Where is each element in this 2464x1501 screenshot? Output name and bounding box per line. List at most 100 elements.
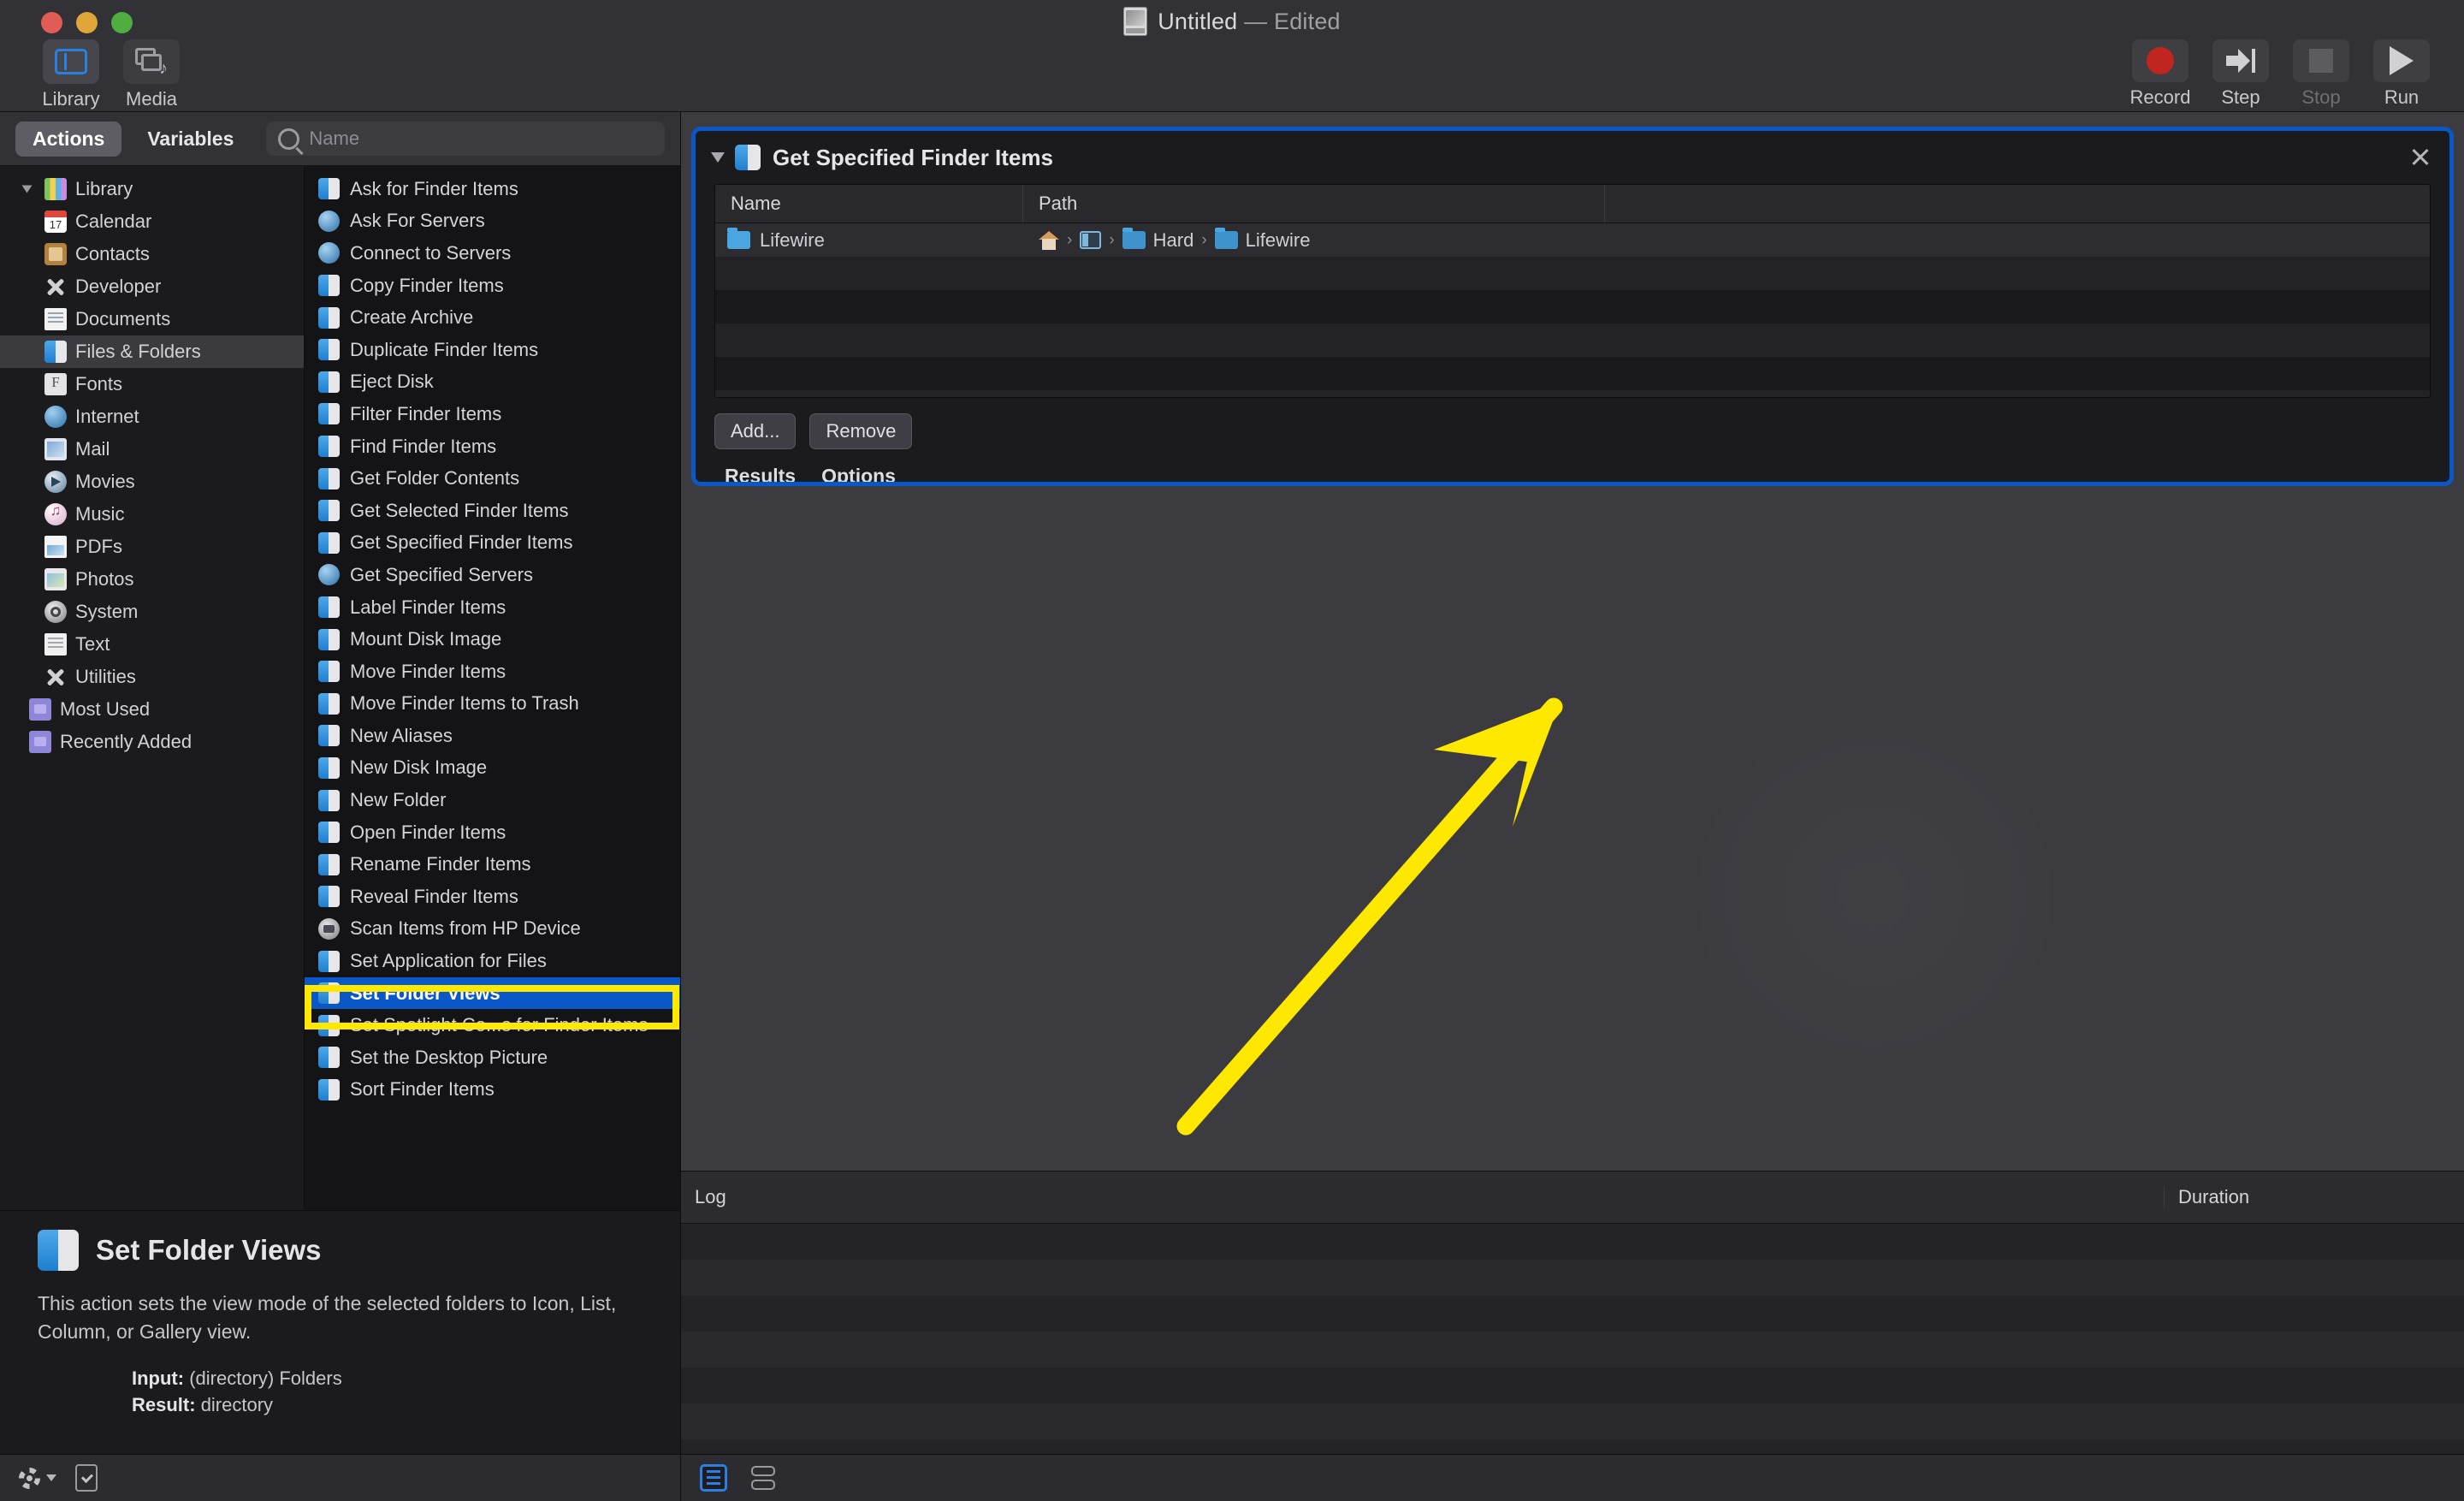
run-button-surface[interactable] xyxy=(2373,39,2430,82)
media-button-surface[interactable]: ♪ xyxy=(123,39,180,84)
sidebar-item-pdfs[interactable]: PDFs xyxy=(0,531,304,563)
list-item[interactable]: New Disk Image xyxy=(305,752,680,785)
step-button[interactable]: Step xyxy=(2207,39,2274,109)
tab-actions[interactable]: Actions xyxy=(15,121,122,157)
remove-button[interactable]: Remove xyxy=(809,413,913,449)
list-item[interactable]: Eject Disk xyxy=(305,366,680,399)
sidebar-item-recently-added[interactable]: Recently Added xyxy=(0,726,304,758)
action-card-get-specified-finder-items[interactable]: Get Specified Finder Items Name Path Lif… xyxy=(696,131,2449,482)
stop-square-icon xyxy=(2309,49,2333,73)
toolbar-library-button[interactable]: Library xyxy=(38,39,104,110)
sidebar-item-movies[interactable]: Movies xyxy=(0,466,304,498)
stop-button-surface[interactable] xyxy=(2293,39,2349,82)
record-button-surface[interactable] xyxy=(2132,39,2189,82)
annotation-arrow xyxy=(1176,697,1563,1136)
list-item[interactable]: Sort Finder Items xyxy=(305,1074,680,1106)
action-card-tabs: Results Options xyxy=(696,449,2449,482)
list-item[interactable]: Duplicate Finder Items xyxy=(305,334,680,366)
library-button-surface[interactable] xyxy=(43,39,99,84)
list-item[interactable]: New Folder xyxy=(305,784,680,816)
log-row-empty xyxy=(681,1260,2464,1296)
window-edited-badge: — Edited xyxy=(1244,8,1341,34)
list-item-set-folder-views[interactable]: Set Folder Views xyxy=(305,976,680,1010)
toolbar-media-button[interactable]: ♪ Media xyxy=(118,39,185,110)
list-item[interactable]: Get Folder Contents xyxy=(305,462,680,495)
sidebar-item-developer[interactable]: Developer xyxy=(0,270,304,303)
log-list-view-icon[interactable] xyxy=(700,1464,727,1492)
sidebar-item-files-folders[interactable]: Files & Folders xyxy=(0,335,304,368)
list-item[interactable]: Create Archive xyxy=(305,301,680,334)
actions-list[interactable]: Ask for Finder Items Ask For Servers Con… xyxy=(305,166,680,1210)
action-label: Sort Finder Items xyxy=(350,1078,495,1101)
step-button-surface[interactable] xyxy=(2212,39,2269,82)
log-stack-view-icon[interactable] xyxy=(749,1464,777,1492)
sidebar-item-music[interactable]: Music xyxy=(0,498,304,531)
list-item[interactable]: Reveal Finder Items xyxy=(305,881,680,913)
action-card-header: Get Specified Finder Items xyxy=(696,131,2449,184)
list-item[interactable]: Set Application for Files xyxy=(305,945,680,977)
disclosure-triangle-icon[interactable] xyxy=(711,152,725,163)
action-label: Get Folder Contents xyxy=(350,467,520,489)
column-header-path[interactable]: Path xyxy=(1023,185,1605,222)
stop-label: Stop xyxy=(2301,86,2341,108)
add-button[interactable]: Add... xyxy=(714,413,797,449)
tab-variables[interactable]: Variables xyxy=(130,122,251,157)
table-row[interactable]: Lifewire › › Hard › Lifewire xyxy=(715,223,2430,257)
action-card-title: Get Specified Finder Items xyxy=(773,144,1053,170)
library-category-tree[interactable]: Library Calendar Contacts Developer Docu… xyxy=(0,166,305,1210)
sidebar-item-calendar[interactable]: Calendar xyxy=(0,205,304,238)
list-item[interactable]: Connect to Servers xyxy=(305,237,680,270)
record-button[interactable]: Record xyxy=(2127,39,2194,109)
tab-results[interactable]: Results xyxy=(725,465,796,482)
search-input[interactable]: Name xyxy=(266,122,665,156)
list-item[interactable]: Rename Finder Items xyxy=(305,848,680,881)
list-item[interactable]: Set the Desktop Picture xyxy=(305,1041,680,1074)
run-button[interactable]: Run xyxy=(2368,39,2435,109)
sidebar-item-most-used[interactable]: Most Used xyxy=(0,693,304,726)
disclosure-triangle-icon[interactable] xyxy=(17,184,36,194)
list-item[interactable]: Ask For Servers xyxy=(305,205,680,238)
sidebar-item-mail[interactable]: Mail xyxy=(0,433,304,466)
sidebar-item-contacts[interactable]: Contacts xyxy=(0,238,304,270)
list-item[interactable]: New Aliases xyxy=(305,720,680,752)
list-item[interactable]: Find Finder Items xyxy=(305,430,680,463)
stop-button[interactable]: Stop xyxy=(2288,39,2354,109)
close-icon[interactable] xyxy=(2410,146,2431,167)
sidebar-item-fonts[interactable]: Fonts xyxy=(0,368,304,400)
sidebar-item-utilities[interactable]: Utilities xyxy=(0,661,304,693)
library-tabs-row: Actions Variables Name xyxy=(0,112,680,166)
finder-items-table[interactable]: Name Path Lifewire › › Hard › Lifewire xyxy=(714,184,2431,398)
path-separator: › xyxy=(1109,230,1115,249)
sidebar-item-text[interactable]: Text xyxy=(0,628,304,661)
list-item[interactable]: Open Finder Items xyxy=(305,816,680,849)
action-label: Copy Finder Items xyxy=(350,274,504,296)
list-item[interactable]: Filter Finder Items xyxy=(305,398,680,430)
sidebar-item-system[interactable]: System xyxy=(0,596,304,628)
list-item[interactable]: Move Finder Items xyxy=(305,656,680,688)
sidebar-item-documents[interactable]: Documents xyxy=(0,303,304,335)
finder-icon xyxy=(318,886,340,908)
list-item[interactable]: Scan Items from HP Device xyxy=(305,913,680,946)
enable-action-icon[interactable] xyxy=(75,1464,98,1492)
sidebar-item-internet[interactable]: Internet xyxy=(0,400,304,433)
list-item[interactable]: Get Selected Finder Items xyxy=(305,495,680,527)
sidebar-item-photos[interactable]: Photos xyxy=(0,563,304,596)
column-header-name[interactable]: Name xyxy=(715,185,1023,222)
column-header-log[interactable]: Log xyxy=(681,1186,2165,1208)
list-item[interactable]: Set Spotlight Co...s for Finder Items xyxy=(305,1009,680,1041)
finder-icon xyxy=(318,822,340,844)
list-item[interactable]: Ask for Finder Items xyxy=(305,173,680,205)
network-icon xyxy=(318,210,340,232)
sidebar-item-label: Developer xyxy=(75,276,162,297)
list-item[interactable]: Get Specified Finder Items xyxy=(305,527,680,560)
workflow-canvas[interactable]: Get Specified Finder Items Name Path Lif… xyxy=(681,112,2464,1171)
tab-options[interactable]: Options xyxy=(821,465,896,482)
list-item[interactable]: Mount Disk Image xyxy=(305,623,680,656)
column-header-duration[interactable]: Duration xyxy=(2165,1186,2464,1208)
list-item[interactable]: Move Finder Items to Trash xyxy=(305,688,680,721)
sidebar-item-library[interactable]: Library xyxy=(0,173,304,205)
gear-dropdown-icon[interactable] xyxy=(19,1467,56,1489)
list-item[interactable]: Get Specified Servers xyxy=(305,559,680,591)
list-item[interactable]: Label Finder Items xyxy=(305,591,680,624)
list-item[interactable]: Copy Finder Items xyxy=(305,270,680,302)
